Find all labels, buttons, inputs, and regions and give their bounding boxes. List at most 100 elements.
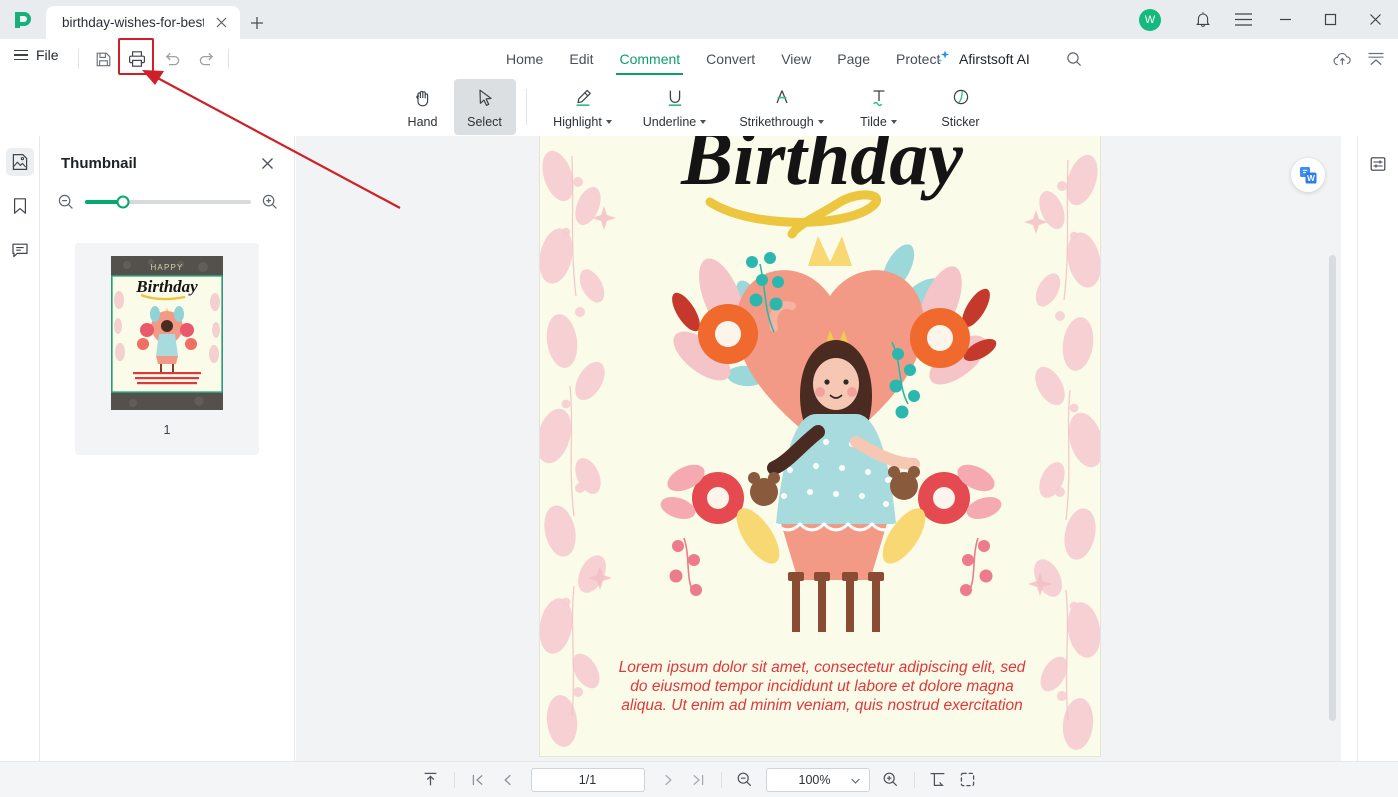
convert-to-word-button[interactable]: W bbox=[1291, 158, 1325, 192]
scroll-to-top-icon bbox=[424, 772, 437, 786]
first-page-button[interactable] bbox=[463, 767, 493, 793]
hamburger-menu-icon[interactable] bbox=[1223, 0, 1263, 39]
tab-page[interactable]: Page bbox=[824, 39, 883, 79]
zoom-out-icon[interactable] bbox=[57, 193, 75, 211]
page-heading: Birthday bbox=[680, 136, 963, 201]
tool-underline[interactable]: Underline bbox=[629, 79, 721, 135]
svg-text:Birthday: Birthday bbox=[680, 136, 963, 201]
tool-strikethrough[interactable]: Strikethrough bbox=[721, 79, 843, 135]
divider bbox=[913, 771, 915, 788]
document-page[interactable]: Birthday Lorem ipsum dolor sit amet, con… bbox=[540, 136, 1100, 756]
tab-view[interactable]: View bbox=[768, 39, 824, 79]
last-page-button[interactable] bbox=[683, 767, 713, 793]
print-button[interactable] bbox=[122, 45, 152, 73]
tab-convert[interactable]: Convert bbox=[693, 39, 768, 79]
redo-button[interactable] bbox=[192, 45, 222, 73]
chevron-down-icon[interactable] bbox=[817, 119, 824, 124]
page-number-input[interactable]: 1/1 bbox=[530, 767, 645, 792]
sticker-icon bbox=[949, 86, 973, 110]
properties-panel-button[interactable] bbox=[1364, 150, 1392, 178]
thumbnail-zoom-handle[interactable] bbox=[116, 195, 130, 209]
close-button[interactable] bbox=[1353, 0, 1398, 39]
chevron-down-icon[interactable] bbox=[850, 771, 860, 789]
document-viewer[interactable]: Birthday Lorem ipsum dolor sit amet, con… bbox=[296, 136, 1341, 761]
zoom-level-select[interactable]: 100% bbox=[765, 767, 870, 792]
zoom-out-button[interactable] bbox=[730, 767, 760, 793]
thumbnail-zoom-slider[interactable] bbox=[85, 195, 251, 209]
tool-underline-text: Underline bbox=[642, 114, 697, 129]
page-body-line-3: aliqua. Ut enim ad minim veniam, quis no… bbox=[621, 697, 1022, 714]
tool-select-label: Select bbox=[467, 114, 502, 129]
tool-hand[interactable]: Hand bbox=[392, 79, 454, 135]
zoom-out-icon bbox=[737, 772, 752, 787]
afirstsoft-ai-label: Afirstsoft AI bbox=[959, 51, 1030, 67]
chevron-down-icon[interactable] bbox=[605, 119, 612, 124]
fit-page-button[interactable] bbox=[923, 767, 953, 793]
tool-sticker[interactable]: Sticker bbox=[915, 79, 1007, 135]
document-tab[interactable]: birthday-wishes-for-best... bbox=[46, 6, 240, 39]
sidebar-item-comment[interactable] bbox=[6, 236, 34, 264]
chevron-down-icon[interactable] bbox=[700, 119, 707, 124]
bookmark-icon bbox=[13, 198, 26, 214]
file-menu-button[interactable]: File bbox=[14, 47, 59, 63]
fullscreen-button[interactable] bbox=[953, 767, 983, 793]
sidebar-item-bookmark[interactable] bbox=[6, 192, 34, 220]
thumbnail-panel-close-icon[interactable] bbox=[257, 153, 277, 173]
avatar[interactable]: W bbox=[1139, 8, 1161, 31]
last-page-icon bbox=[692, 774, 703, 785]
cursor-arrow-icon bbox=[474, 86, 496, 110]
underline-icon bbox=[663, 86, 687, 110]
collapse-ribbon-icon[interactable] bbox=[1362, 45, 1390, 73]
new-tab-button[interactable] bbox=[240, 6, 274, 39]
sidebar-item-thumbnail[interactable] bbox=[5, 148, 34, 176]
tab-comment[interactable]: Comment bbox=[606, 39, 693, 79]
tool-highlight[interactable]: Highlight bbox=[537, 79, 629, 135]
status-bar: 1/1 100% bbox=[0, 761, 1398, 797]
title-bar: birthday-wishes-for-best... W bbox=[0, 0, 1398, 39]
tool-highlight-label: Highlight bbox=[553, 115, 612, 129]
divider bbox=[720, 771, 722, 788]
tool-tilde-label: Tilde bbox=[860, 115, 897, 129]
scroll-to-top-button[interactable] bbox=[416, 767, 446, 793]
tab-close-icon[interactable] bbox=[212, 14, 230, 32]
afirstsoft-ai-button[interactable]: Afirstsoft AI bbox=[936, 39, 1030, 79]
thumbnail-panel: Thumbnail HAPPY Birthday 1 bbox=[41, 136, 295, 761]
fit-page-icon bbox=[930, 772, 945, 787]
save-button[interactable] bbox=[88, 45, 118, 73]
file-menu-label: File bbox=[36, 47, 59, 63]
zoom-in-icon[interactable] bbox=[261, 193, 279, 211]
document-tab-title: birthday-wishes-for-best... bbox=[62, 15, 204, 30]
window-controls: W bbox=[1139, 0, 1398, 39]
hand-icon bbox=[412, 86, 434, 110]
previous-page-button[interactable] bbox=[493, 767, 523, 793]
fullscreen-icon bbox=[960, 772, 975, 787]
next-page-icon bbox=[664, 774, 672, 785]
maximize-button[interactable] bbox=[1308, 0, 1353, 39]
tab-strip: birthday-wishes-for-best... bbox=[46, 0, 274, 39]
thumbnail-panel-header: Thumbnail bbox=[41, 150, 295, 176]
tool-tilde-text: Tilde bbox=[860, 114, 887, 129]
thumbnail-page-image: HAPPY Birthday bbox=[111, 256, 223, 410]
ribbon-right-actions bbox=[1328, 39, 1390, 79]
tab-home[interactable]: Home bbox=[493, 39, 556, 79]
undo-button[interactable] bbox=[157, 45, 187, 73]
next-page-button[interactable] bbox=[653, 767, 683, 793]
comment-icon bbox=[11, 243, 28, 258]
thumbnail-page-number: 1 bbox=[163, 423, 171, 437]
divider bbox=[228, 49, 229, 69]
tool-select[interactable]: Select bbox=[453, 79, 516, 135]
zoom-in-button[interactable] bbox=[876, 767, 906, 793]
page-body-line-1: Lorem ipsum dolor sit amet, consectetur … bbox=[619, 659, 1027, 676]
thumbnail-page-card[interactable]: HAPPY Birthday 1 bbox=[75, 243, 259, 455]
viewer-scrollbar[interactable] bbox=[1329, 255, 1336, 721]
svg-text:W: W bbox=[1307, 173, 1315, 183]
search-icon[interactable] bbox=[1060, 39, 1088, 79]
tool-tilde[interactable]: Tilde bbox=[843, 79, 915, 135]
afirstsoft-logo-icon bbox=[0, 0, 46, 39]
chevron-down-icon[interactable] bbox=[890, 119, 897, 124]
cloud-upload-icon[interactable] bbox=[1328, 45, 1356, 73]
minimize-button[interactable] bbox=[1263, 0, 1308, 39]
tab-edit[interactable]: Edit bbox=[556, 39, 606, 79]
bell-icon[interactable] bbox=[1183, 0, 1223, 39]
file-menu-icon bbox=[14, 49, 28, 61]
